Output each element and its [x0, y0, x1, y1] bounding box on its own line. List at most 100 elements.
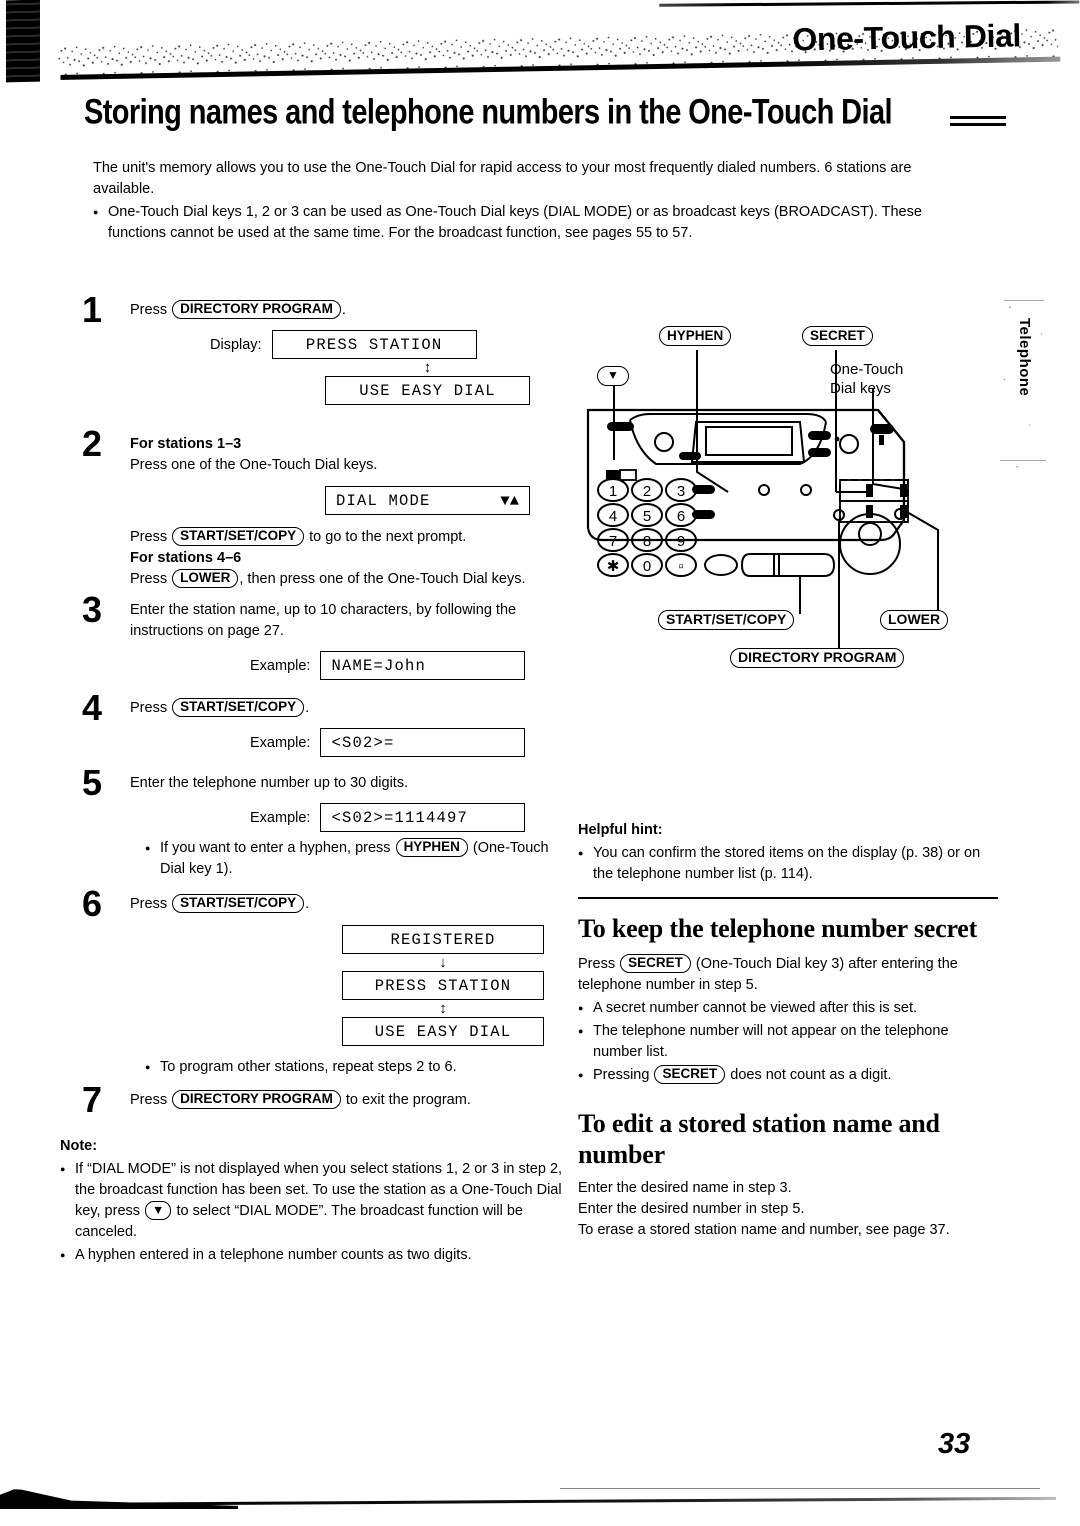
step-7-press-word: Press — [130, 1092, 168, 1108]
step-1-body: Press DIRECTORY PROGRAM. — [130, 300, 570, 321]
helpful-hint-bullet: You can confirm the stored items on the … — [578, 843, 998, 885]
step-7-tail: to exit the program. — [345, 1092, 471, 1108]
step-2-body: For stations 1–3 Press one of the One-To… — [130, 434, 570, 476]
page-number: 33 — [938, 1428, 971, 1460]
left-column: 1 Press DIRECTORY PROGRAM. Display: PRES… — [60, 292, 570, 1267]
banner-top-rule — [659, 0, 1080, 7]
step-3-example-label: Example: — [250, 657, 311, 674]
annotation-line-2: Dial keys — [830, 380, 891, 397]
step-7-body: Press DIRECTORY PROGRAM to exit the prog… — [130, 1090, 570, 1111]
svg-text:9: 9 — [677, 533, 685, 550]
step-2-line-c: Press LOWER, then press one of the One-T… — [130, 569, 570, 590]
key-directory-program: DIRECTORY PROGRAM — [172, 300, 341, 319]
svg-text:5: 5 — [643, 508, 651, 525]
svg-text:0: 0 — [643, 558, 651, 575]
svg-text:▫: ▫ — [678, 558, 683, 575]
svg-text:2: 2 — [643, 483, 651, 500]
intro-bullet: One-Touch Dial keys 1, 2 or 3 can be use… — [93, 202, 973, 244]
key-down-arrow-note: ▼ — [145, 1201, 172, 1220]
step-6-body: Press START/SET/COPY. — [130, 894, 570, 915]
step-4-example-label: Example: — [250, 734, 311, 751]
step-2: 2 For stations 1–3 Press one of the One-… — [60, 426, 570, 590]
side-tab-label: Telephone — [1016, 318, 1033, 397]
lcd-s02-empty: <S02>= — [320, 728, 526, 757]
annotation-line-1: One-Touch — [830, 361, 904, 378]
key-directory-program-step7: DIRECTORY PROGRAM — [172, 1090, 341, 1109]
step-7: 7 Press DIRECTORY PROGRAM to exit the pr… — [60, 1082, 570, 1118]
secret-bullet-3-tail: does not count as a digit. — [730, 1067, 892, 1083]
callout-down-arrow: ▼ — [597, 366, 629, 386]
lcd-use-easy-dial: USE EASY DIAL — [325, 376, 530, 405]
svg-text:8: 8 — [643, 533, 651, 550]
step-5-bullet-head: If you want to enter a hyphen, press — [160, 840, 391, 856]
step-5-number: 5 — [82, 762, 103, 803]
note-title: Note: — [60, 1138, 98, 1154]
helpful-hint-block: Helpful hint: You can confirm the stored… — [578, 820, 998, 885]
step-2-line-b-tail: to go to the next prompt. — [309, 529, 467, 545]
lcd-arrow-1: ↕ — [423, 359, 432, 376]
step-2-sub-b: For stations 4–6 — [130, 550, 242, 566]
step-4-number: 4 — [82, 687, 103, 728]
step-1-period: . — [341, 302, 346, 318]
lcd-s02-number: <S02>=1114497 — [320, 803, 526, 832]
callout-directory-program: DIRECTORY PROGRAM — [730, 648, 905, 668]
step-4-press-word: Press — [130, 700, 168, 716]
display-label: Display: — [210, 336, 262, 353]
chapter-banner: One-Touch Dial — [30, 0, 1080, 86]
secret-bullet-1: A secret number cannot be viewed after t… — [578, 998, 998, 1019]
note-block: Note: If “DIAL MODE” is not displayed wh… — [60, 1136, 570, 1266]
svg-text:3: 3 — [677, 483, 685, 500]
lcd-arrow-3: ↕ — [439, 1000, 447, 1017]
step-4-body: Press START/SET/COPY. — [130, 698, 570, 719]
step-4-period: . — [305, 700, 310, 716]
step-2-line-c-head: Press — [130, 571, 168, 587]
step-7-number: 7 — [82, 1079, 103, 1120]
step-3: 3 Enter the station name, up to 10 chara… — [60, 592, 570, 680]
lcd-press-station-2: PRESS STATION — [342, 971, 544, 1000]
key-lower-step2: LOWER — [172, 569, 239, 588]
edit-line-2: Enter the desired number in step 5. — [578, 1201, 805, 1217]
step-2-sub-a: For stations 1–3 — [130, 436, 242, 452]
svg-text:4: 4 — [609, 508, 617, 525]
key-secret-bullet: SECRET — [654, 1065, 726, 1084]
step-1-press-word: Press — [130, 302, 168, 318]
secret-section-body: Press SECRET (One-Touch Dial key 3) afte… — [578, 954, 998, 1086]
edit-section-heading: To edit a stored station name and number — [578, 1109, 940, 1169]
step-2-line-b: Press START/SET/COPY to go to the next p… — [130, 527, 570, 548]
lcd-name-john: NAME=John — [320, 651, 526, 680]
callout-hyphen: HYPHEN — [659, 326, 732, 346]
secret-bullet-3-head: Pressing — [593, 1067, 650, 1083]
side-tab-tick-upper — [1004, 300, 1044, 301]
step-3-text: Enter the station name, up to 10 charact… — [130, 602, 517, 639]
callout-start-set-copy: START/SET/COPY — [658, 610, 795, 630]
step-6-period: . — [305, 896, 310, 912]
step-2-line-a: Press one of the One-Touch Dial keys. — [130, 457, 378, 473]
key-start-set-copy-step6: START/SET/COPY — [172, 894, 305, 913]
key-secret-intro: SECRET — [620, 954, 691, 973]
key-hyphen-step5: HYPHEN — [395, 838, 468, 857]
page-title: Storing names and telephone numbers in t… — [84, 93, 893, 133]
step-4: 4 Press START/SET/COPY. Example: <S02>= — [60, 690, 570, 757]
svg-text:1: 1 — [609, 483, 617, 500]
intro-paragraph: The unit's memory allows you to use the … — [93, 160, 912, 197]
note-bullet-1-part2: to select “DIAL MODE”. The broadcast fun… — [75, 1203, 523, 1240]
helpful-hint-title: Helpful hint: — [578, 822, 663, 838]
edit-line-3: To erase a stored station name and numbe… — [578, 1222, 950, 1238]
lcd-registered: REGISTERED — [342, 925, 544, 954]
title-rule-decoration — [950, 116, 1006, 130]
step-2-number: 2 — [82, 423, 103, 464]
step-3-number: 3 — [82, 589, 103, 630]
secret-intro: Press SECRET (One-Touch Dial key 3) afte… — [578, 954, 998, 996]
lcd-dial-mode-text: DIAL MODE — [336, 492, 431, 510]
step-5-bullet: If you want to enter a hyphen, press HYP… — [145, 838, 570, 880]
key-start-set-copy-step4: START/SET/COPY — [172, 698, 305, 717]
fax-machine-diagram: HYPHEN SECRET ▼ One-Touch Dial keys 1 2 … — [578, 322, 998, 682]
intro-block: The unit's memory allows you to use the … — [93, 158, 973, 244]
chapter-title: One-Touch Dial — [792, 17, 1022, 58]
note-bullet-2: A hyphen entered in a telephone number c… — [60, 1245, 570, 1266]
step-1-number: 1 — [82, 289, 103, 330]
right-column: Helpful hint: You can confirm the stored… — [578, 820, 998, 1241]
key-start-set-copy-step2: START/SET/COPY — [172, 527, 305, 546]
edit-section-body: Enter the desired name in step 3. Enter … — [578, 1178, 998, 1241]
scan-bottom-rule-secondary — [560, 1488, 1040, 1489]
